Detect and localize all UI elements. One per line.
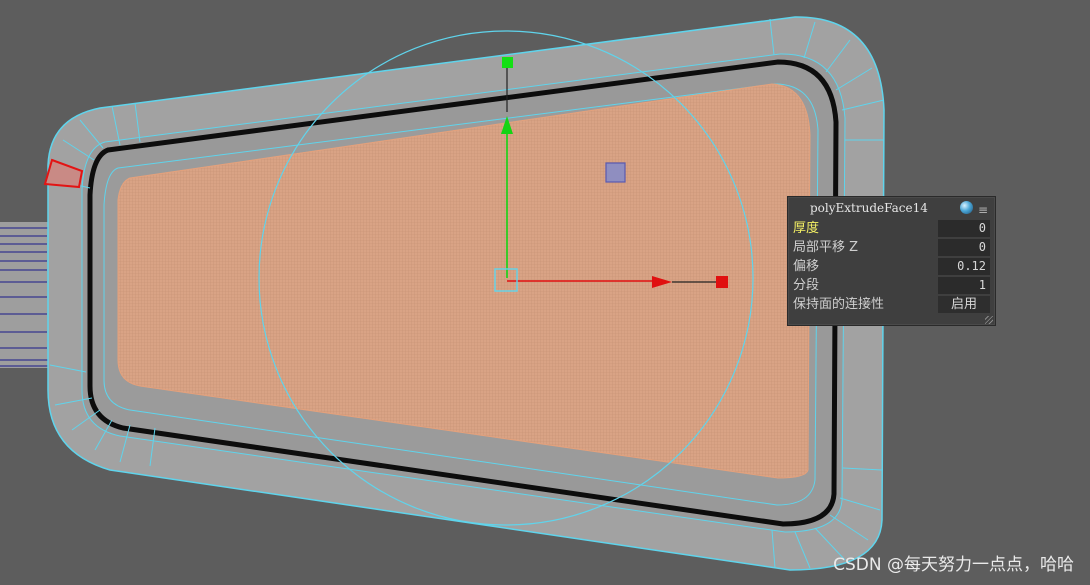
menu-icon[interactable]: ≡ (978, 199, 988, 221)
attr-label: 厚度 (793, 221, 820, 236)
toggle-button[interactable]: 启用 (938, 296, 990, 313)
background-cylinder-mesh (0, 222, 52, 368)
attr-row-local-translate-z[interactable]: 局部平移 Z 0 (788, 238, 995, 257)
attr-label: 保持面的连接性 (793, 297, 885, 312)
attr-row-keep-faces-together[interactable]: 保持面的连接性 启用 (788, 295, 995, 314)
node-name: polyExtrudeFace14 (810, 201, 928, 215)
resize-grip-icon[interactable] (985, 316, 993, 324)
manipulator-plane-handle[interactable] (605, 162, 626, 183)
attr-label: 偏移 (793, 259, 820, 274)
watermark-text: CSDN @每天努力一点点，哈哈 (833, 555, 1074, 575)
attr-value-field[interactable]: 0 (938, 239, 990, 256)
in-view-editor: polyExtrudeFace14 ≡ 厚度 0 局部平移 Z 0 偏移 0.1… (787, 196, 996, 326)
attr-label: 分段 (793, 278, 820, 293)
in-view-editor-title: polyExtrudeFace14 ≡ (788, 197, 995, 219)
attr-value-field[interactable]: 0 (938, 220, 990, 237)
attr-value-field[interactable]: 0.12 (938, 258, 990, 275)
attr-value-field[interactable]: 1 (938, 277, 990, 294)
attr-label: 局部平移 Z (793, 240, 859, 255)
attr-row-offset[interactable]: 偏移 0.12 (788, 257, 995, 276)
attr-row-divisions[interactable]: 分段 1 (788, 276, 995, 295)
attr-row-thickness[interactable]: 厚度 0 (788, 219, 995, 238)
sphere-icon[interactable] (960, 201, 973, 214)
